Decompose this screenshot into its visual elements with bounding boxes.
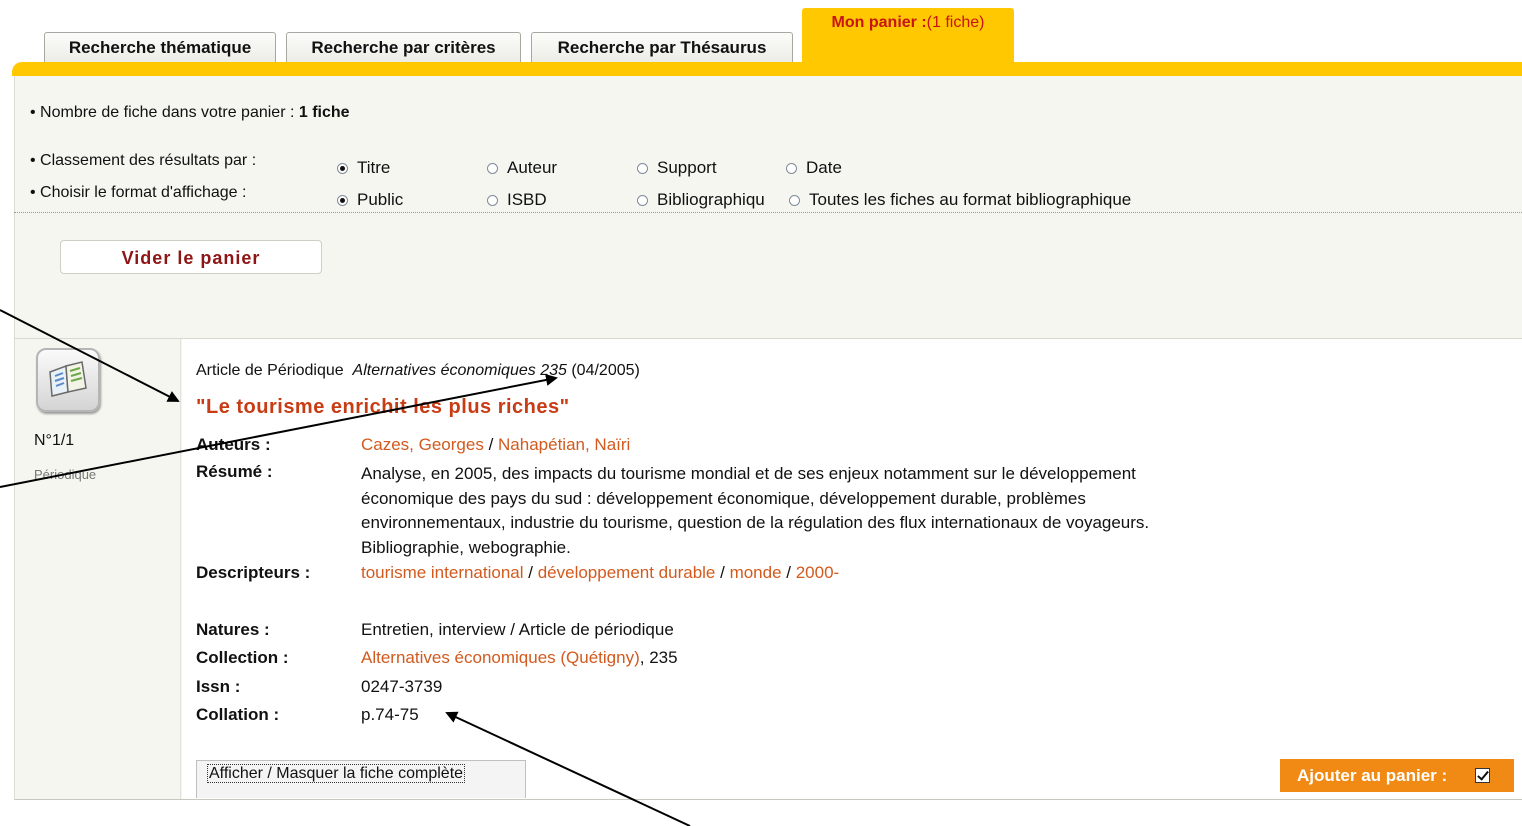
arrow-to-collation [445, 711, 691, 826]
annotation-arrows [0, 309, 691, 826]
arrow-to-source [0, 374, 558, 488]
arrow-to-title [0, 309, 180, 402]
